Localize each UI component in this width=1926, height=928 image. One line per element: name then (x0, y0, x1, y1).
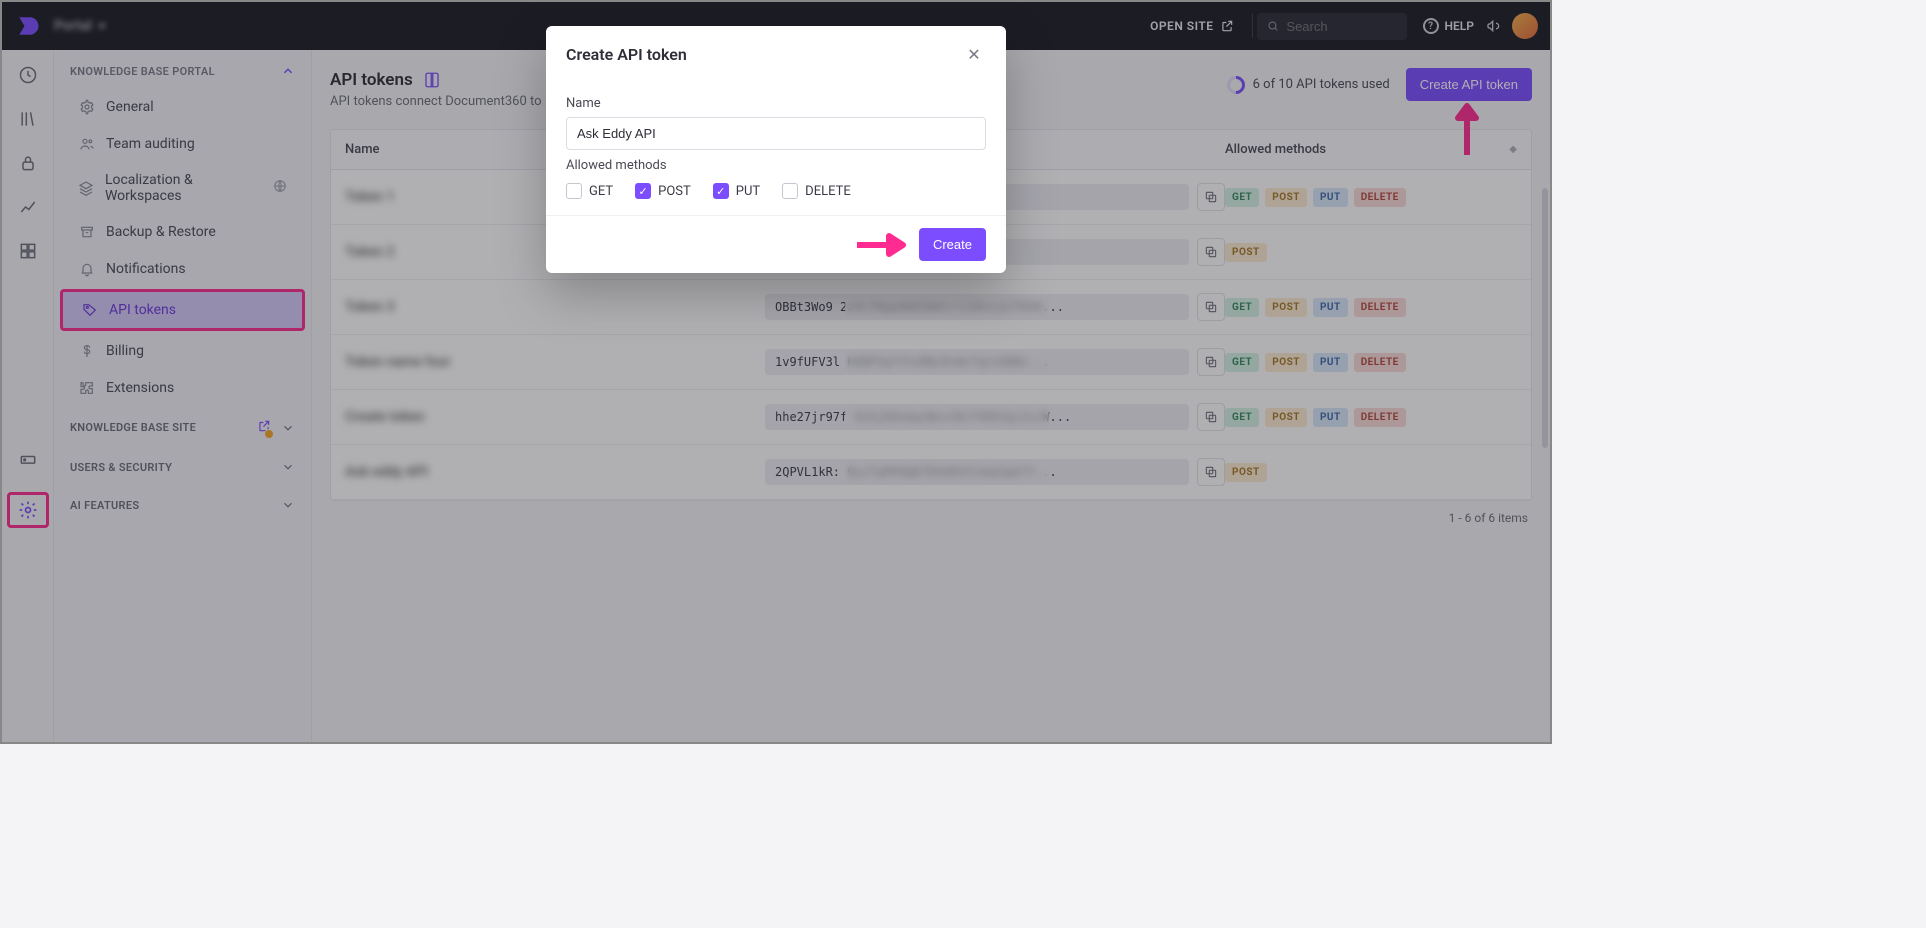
token-name-input[interactable] (566, 117, 986, 150)
annotation-arrow-icon (855, 231, 911, 259)
name-label: Name (566, 96, 986, 111)
checkbox-get[interactable]: GET (566, 183, 613, 199)
modal-title: Create API token (566, 45, 687, 64)
checkbox-post[interactable]: POST (635, 183, 691, 199)
checkbox-put[interactable]: PUT (713, 183, 760, 199)
modal-create-button[interactable]: Create (919, 228, 986, 261)
allowed-methods-label: Allowed methods (566, 158, 986, 173)
create-token-modal: Create API token ✕ Name Allowed methods … (546, 26, 1006, 273)
checkbox-delete[interactable]: DELETE (782, 183, 851, 199)
close-icon[interactable]: ✕ (962, 42, 986, 66)
modal-overlay[interactable]: Create API token ✕ Name Allowed methods … (2, 2, 1550, 742)
